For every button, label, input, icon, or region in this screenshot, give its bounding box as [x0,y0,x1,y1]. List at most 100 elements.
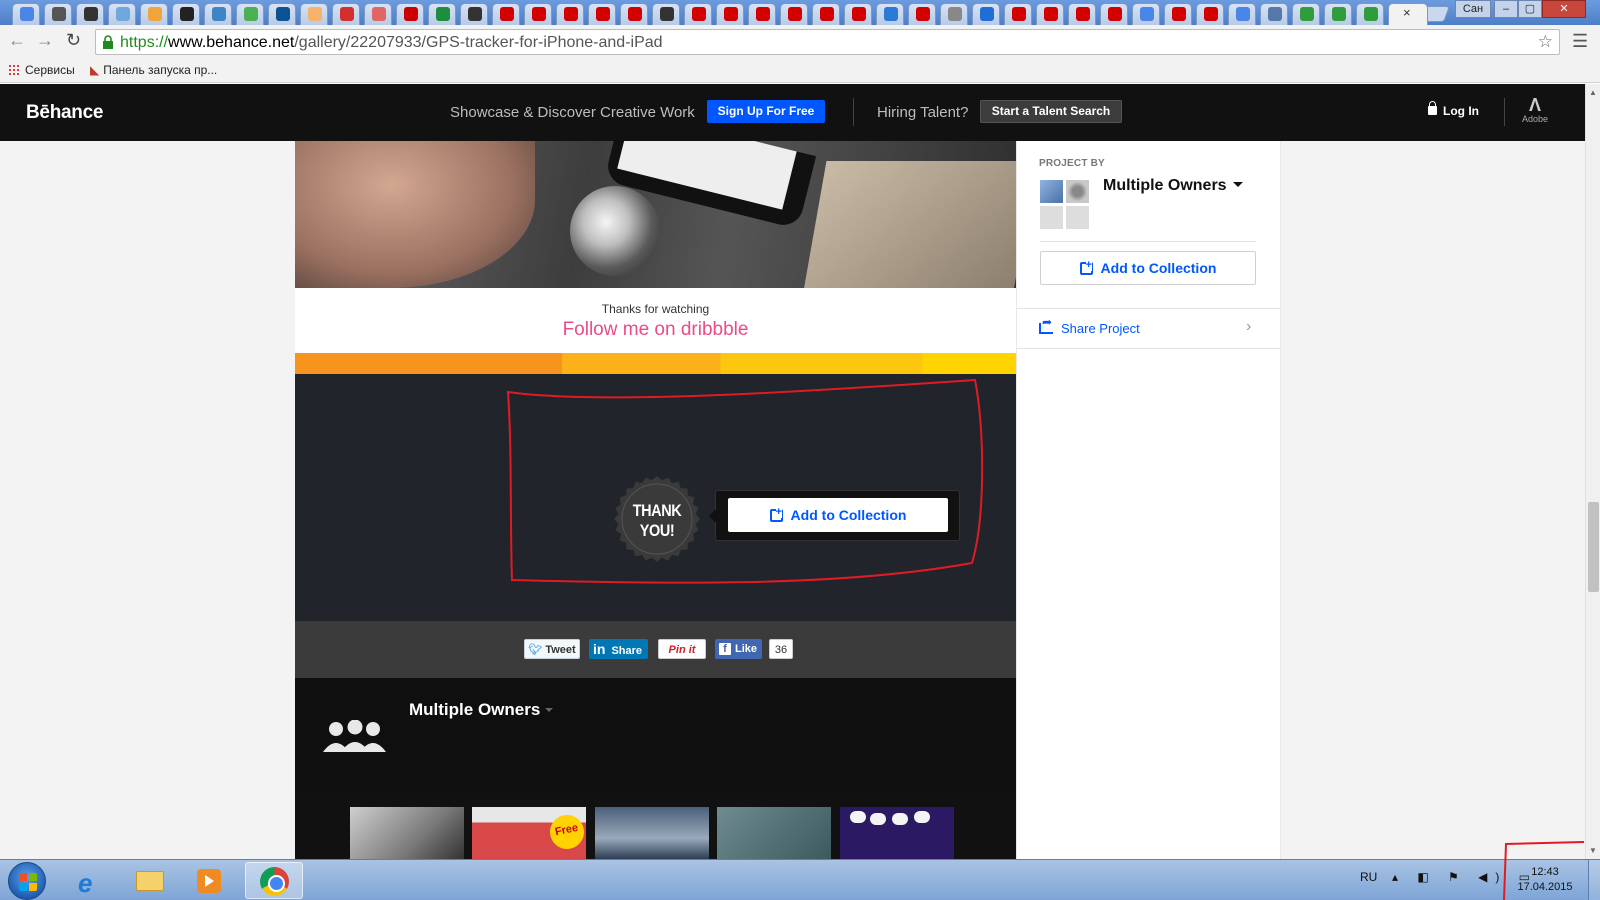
add-to-collection-button[interactable]: Add to Collection [728,498,948,532]
chevron-right-icon[interactable]: › [1246,318,1251,336]
sidebar-add-to-collection-button[interactable]: Add to Collection [1040,251,1256,285]
browser-tab[interactable] [1132,3,1160,25]
share-project-link[interactable]: Share Project [1039,315,1140,336]
browser-tab[interactable] [12,3,40,25]
browser-tab[interactable] [428,3,456,25]
browser-tab[interactable] [1164,3,1192,25]
scroll-up-arrow-icon[interactable]: ▲ [1589,88,1597,97]
add-to-collection-box: Add to Collection [709,490,960,541]
forward-icon[interactable]: → [36,30,54,51]
browser-tab[interactable] [716,3,744,25]
address-bar[interactable]: https://www.behance.net/gallery/22207933… [95,29,1560,55]
browser-tab[interactable] [620,3,648,25]
linkedin-share-button[interactable]: in Share [589,639,648,659]
browser-tab[interactable] [364,3,392,25]
browser-tab[interactable] [76,3,104,25]
dribbble-link[interactable]: Follow me on dribbble [295,319,1016,341]
minimize-button[interactable]: – [1494,0,1518,18]
talent-search-button[interactable]: Start a Talent Search [980,100,1122,123]
taskbar-internet-explorer[interactable]: e [62,862,118,899]
browser-tab[interactable] [1036,3,1064,25]
sidebar-owner-name[interactable]: Multiple Owners [1103,177,1243,195]
browser-tab[interactable] [812,3,840,25]
language-indicator[interactable]: RU [1360,870,1377,884]
browser-tab[interactable] [140,3,168,25]
browser-tab[interactable] [204,3,232,25]
browser-tab[interactable] [492,3,520,25]
related-project-thumb[interactable] [840,807,954,859]
scroll-down-arrow-icon[interactable]: ▼ [1589,846,1597,855]
bookmark-launcher[interactable]: ◣ Панель запуска пр... [90,63,217,77]
browser-tab[interactable] [236,3,264,25]
browser-tab[interactable] [1324,3,1352,25]
taskbar-explorer[interactable] [122,862,178,899]
browser-tab[interactable] [300,3,328,25]
browser-tab[interactable] [684,3,712,25]
browser-tab[interactable] [332,3,360,25]
browser-tab[interactable] [652,3,680,25]
browser-tab[interactable] [908,3,936,25]
browser-tab[interactable] [588,3,616,25]
tab-favicon-icon [724,7,738,21]
bookmarks-bar: Сервисы ◣ Панель запуска пр... [0,59,1600,83]
browser-tab[interactable] [844,3,872,25]
owner-avatars[interactable] [1040,180,1089,229]
tweet-button[interactable]: 🐦︎ Tweet [524,639,580,659]
start-button[interactable] [8,862,46,900]
browser-tab[interactable] [396,3,424,25]
browser-tab[interactable] [748,3,776,25]
browser-tab[interactable] [44,3,72,25]
maximize-button[interactable]: ▢ [1518,0,1542,18]
close-window-button[interactable]: ✕ [1542,0,1586,18]
scrollbar-thumb[interactable] [1588,502,1599,592]
related-project-thumb[interactable]: Free [472,807,588,859]
taskbar-media-player[interactable] [182,862,238,899]
browser-tab[interactable] [876,3,904,25]
browser-tab[interactable] [268,3,296,25]
adobe-a-icon: Λ [1529,95,1542,115]
facebook-like-button[interactable]: f Like [715,639,762,659]
profile-button[interactable]: Сан [1455,0,1491,18]
browser-tab[interactable] [524,3,552,25]
browser-tab[interactable] [1068,3,1096,25]
browser-tab[interactable] [1292,3,1320,25]
clock[interactable]: 12:43 17.04.2015 [1505,865,1585,895]
behance-logo[interactable]: Bēhance [26,102,103,124]
related-project-thumb[interactable] [350,807,464,859]
bookmark-star-icon[interactable]: ☆ [1538,32,1553,52]
browser-tab[interactable] [1196,3,1224,25]
page-scrollbar[interactable]: ▲ ▼ [1585,84,1600,859]
browser-tab[interactable] [556,3,584,25]
browser-tab[interactable] [780,3,808,25]
adobe-logo[interactable]: Λ Adobe [1522,96,1548,124]
show-desktop-button[interactable] [1588,860,1600,900]
owners-name-link[interactable]: Multiple Owners [409,700,554,720]
browser-tab[interactable] [972,3,1000,25]
project-image [295,141,1016,288]
browser-tab[interactable] [1228,3,1256,25]
login-link[interactable]: Log In [1428,101,1479,118]
social-share-bar: 🐦︎ Tweet in Share Pin it f Like 36 [295,621,1016,678]
screen: Сан – ▢ ✕ × ← → ↻ https://www.behance.ne… [0,0,1600,900]
chrome-menu-icon[interactable]: ☰ [1572,31,1588,52]
signup-button[interactable]: Sign Up For Free [707,100,825,123]
reload-icon[interactable]: ↻ [66,30,81,51]
browser-tab[interactable] [172,3,200,25]
pinterest-button[interactable]: Pin it [658,639,706,659]
browser-tab[interactable] [1004,3,1032,25]
taskbar-chrome[interactable] [245,862,303,899]
avatar [1066,206,1089,229]
browser-tab[interactable] [1100,3,1128,25]
browser-tab[interactable] [1356,3,1384,25]
tab-favicon-icon [436,7,450,21]
related-project-thumb[interactable] [717,807,831,859]
browser-tab[interactable] [460,3,488,25]
browser-tab[interactable] [940,3,968,25]
related-project-thumb[interactable] [595,807,709,859]
close-tab-icon[interactable]: × [1403,5,1411,20]
browser-tab[interactable] [108,3,136,25]
browser-tab-active[interactable]: × [1388,3,1428,25]
browser-tab[interactable] [1260,3,1288,25]
back-icon[interactable]: ← [8,30,26,51]
bookmark-apps[interactable]: Сервисы [8,63,75,77]
